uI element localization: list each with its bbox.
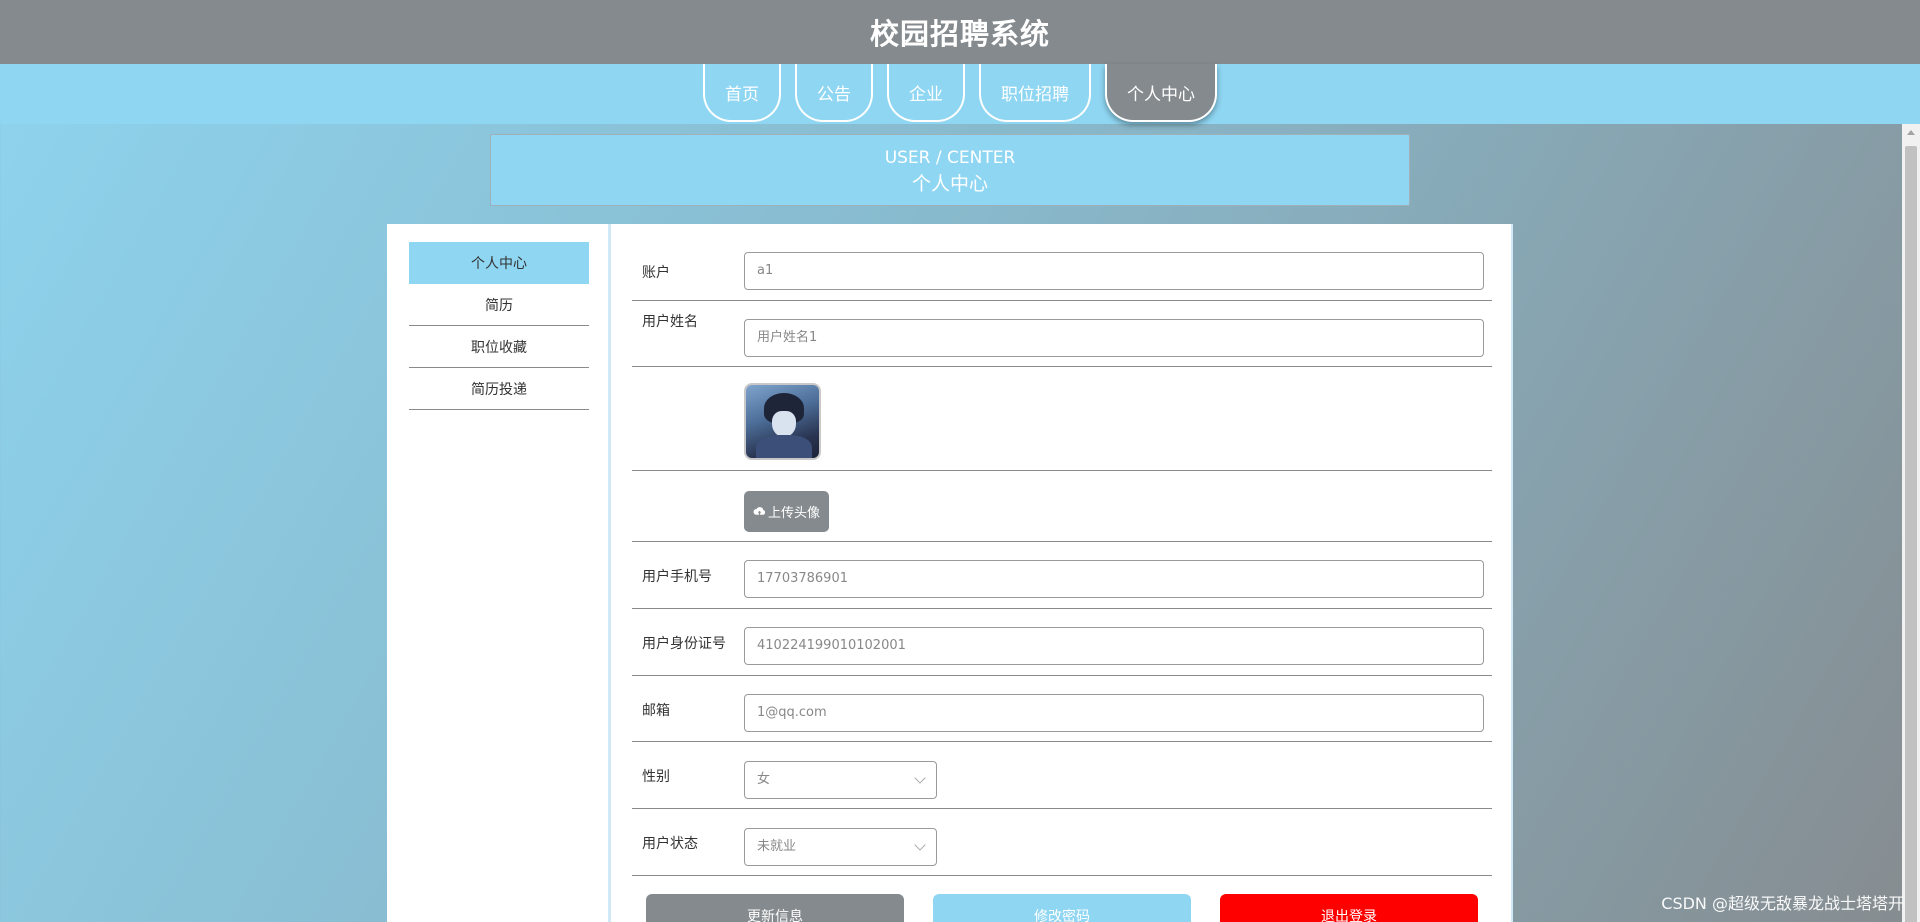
status-select[interactable]: 未就业 (744, 828, 937, 866)
change-password-button[interactable]: 修改密码 (933, 894, 1191, 922)
nav-tab-label: 个人中心 (1127, 84, 1195, 105)
phone-label: 用户手机号 (642, 569, 712, 585)
avatar-face-shape (772, 411, 796, 437)
form-row-username: 用户姓名 用户姓名1 (632, 301, 1492, 367)
nav-tab-jobs[interactable]: 职位招聘 (979, 64, 1091, 122)
sidebar-item-applications[interactable]: 简历投递 (409, 368, 589, 410)
page-banner: USER / CENTER 个人中心 (490, 134, 1410, 206)
form-row-avatar (632, 367, 1492, 471)
form-row-status: 用户状态 未就业 (632, 809, 1492, 876)
app-header: 校园招聘系统 (0, 0, 1920, 64)
username-field[interactable]: 用户姓名1 (744, 319, 1484, 357)
account-label: 账户 (642, 265, 670, 281)
username-label: 用户姓名 (642, 314, 698, 330)
card-edge (1511, 224, 1513, 922)
logout-label: 退出登录 (1321, 909, 1377, 922)
form-row-idcard: 用户身份证号 410224199010102001 (632, 609, 1492, 676)
phone-field[interactable]: 17703786901 (744, 560, 1484, 598)
cloud-upload-icon (753, 507, 766, 515)
form-row-account: 账户 a1 (632, 252, 1492, 301)
sidebar-item-label: 简历投递 (471, 381, 527, 398)
email-label: 邮箱 (642, 703, 670, 719)
user-sidebar: 个人中心 简历 职位收藏 简历投递 (409, 242, 589, 410)
sidebar-item-resume[interactable]: 简历 (409, 284, 589, 326)
logout-button[interactable]: 退出登录 (1220, 894, 1478, 922)
form-row-phone: 用户手机号 17703786901 (632, 542, 1492, 609)
status-value: 未就业 (757, 839, 797, 854)
nav-tab-notice[interactable]: 公告 (795, 64, 873, 122)
user-center-card: 个人中心 简历 职位收藏 简历投递 账户 a1 用户姓名 用户姓名1 上传头像 … (387, 224, 1513, 922)
sidebar-item-user-center[interactable]: 个人中心 (409, 242, 589, 284)
sidebar-item-label: 简历 (485, 297, 513, 314)
avatar-body-shape (756, 435, 812, 458)
page-scrollbar[interactable] (1902, 124, 1920, 922)
idcard-label: 用户身份证号 (642, 636, 726, 652)
idcard-field[interactable]: 410224199010102001 (744, 627, 1484, 665)
update-info-label: 更新信息 (747, 909, 803, 922)
upload-avatar-label: 上传头像 (767, 506, 820, 521)
sidebar-item-label: 职位收藏 (471, 339, 527, 356)
app-title: 校园招聘系统 (869, 17, 1050, 51)
main-nav: 首页 公告 企业 职位招聘 个人中心 (0, 64, 1920, 122)
sidebar-divider (608, 224, 611, 922)
nav-tab-label: 首页 (725, 84, 759, 105)
gender-select[interactable]: 女 (744, 761, 937, 799)
nav-tab-home[interactable]: 首页 (703, 64, 781, 122)
change-password-label: 修改密码 (1034, 909, 1090, 922)
chevron-down-icon (914, 772, 926, 784)
update-info-button[interactable]: 更新信息 (646, 894, 904, 922)
gender-label: 性别 (642, 769, 670, 785)
nav-tab-label: 职位招聘 (1001, 84, 1069, 105)
email-field[interactable]: 1@qq.com (744, 694, 1484, 732)
upload-avatar-button[interactable]: 上传头像 (744, 491, 829, 532)
scrollbar-thumb[interactable] (1905, 146, 1917, 922)
chevron-down-icon (914, 839, 926, 851)
nav-tab-user-center[interactable]: 个人中心 (1105, 64, 1217, 122)
account-field[interactable]: a1 (744, 252, 1484, 290)
nav-tab-label: 企业 (909, 84, 943, 105)
sidebar-item-label: 个人中心 (471, 256, 527, 272)
sidebar-item-favorites[interactable]: 职位收藏 (409, 326, 589, 368)
avatar-image (744, 383, 821, 460)
form-row-upload: 上传头像 (632, 471, 1492, 542)
nav-tab-company[interactable]: 企业 (887, 64, 965, 122)
form-row-gender: 性别 女 (632, 742, 1492, 809)
form-row-email: 邮箱 1@qq.com (632, 676, 1492, 742)
status-label: 用户状态 (642, 836, 698, 852)
gender-value: 女 (757, 772, 771, 787)
scroll-up-icon[interactable] (1907, 130, 1915, 135)
banner-title: 个人中心 (911, 173, 988, 195)
watermark-text: CSDN @超级无敌暴龙战士塔塔开 (1661, 894, 1904, 913)
banner-subtitle: USER / CENTER (884, 148, 1016, 168)
nav-tab-label: 公告 (817, 84, 851, 105)
